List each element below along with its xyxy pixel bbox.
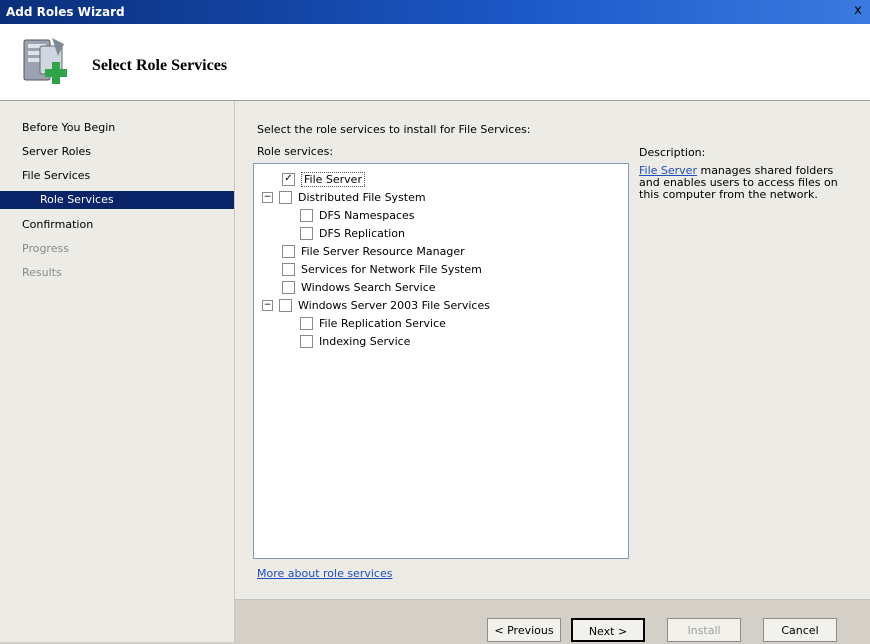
instruction-text: Select the role services to install for … [257,123,531,136]
tree-label: File Server Resource Manager [301,244,465,258]
nav-item-file-services[interactable]: File Services [22,169,90,182]
main-panel: Select the role services to install for … [235,101,870,599]
tree-row[interactable]: ✓ File Server [282,171,365,187]
tree-row[interactable]: − Distributed File System [262,189,426,205]
tree-label: Distributed File System [298,190,426,204]
previous-button[interactable]: < Previous [487,618,561,642]
tree-label: Windows Server 2003 File Services [298,298,490,312]
tree-label: File Server [301,171,365,187]
description-text: File Server manages shared folders and e… [639,165,849,201]
checkbox-windows-search-service[interactable] [282,280,295,294]
description-title: Description: [639,146,706,159]
tree-row[interactable]: DFS Replication [300,225,405,241]
page-title: Select Role Services [92,57,228,74]
collapse-icon[interactable]: − [262,191,273,203]
nav-item-role-services[interactable]: Role Services [0,191,234,209]
title-bar: Add Roles Wizard x [0,0,870,24]
checkbox-windows-server-2003-file-services[interactable] [279,298,292,312]
tree-label: Windows Search Service [301,280,436,294]
more-about-role-services-link[interactable]: More about role services [257,567,392,580]
nav-item-results: Results [22,266,62,279]
nav-item-confirmation[interactable]: Confirmation [22,218,93,231]
checkbox-dfs-namespaces[interactable] [300,208,313,222]
checkbox-services-for-nfs[interactable] [282,262,295,276]
tree-label: DFS Namespaces [319,208,415,222]
nav-item-before-you-begin[interactable]: Before You Begin [22,121,115,134]
cancel-button[interactable]: Cancel [763,618,837,642]
checkbox-file-replication-service[interactable] [300,316,313,330]
checkbox-dfs-replication[interactable] [300,226,313,240]
nav-item-label: Role Services [40,193,114,206]
close-icon[interactable]: x [850,3,866,19]
next-button[interactable]: Next > [571,618,645,642]
tree-label: File Replication Service [319,316,446,330]
checkbox-indexing-service[interactable] [300,334,313,348]
server-add-icon [23,38,67,84]
install-button: Install [667,618,741,642]
tree-row[interactable]: File Replication Service [300,315,446,331]
checkbox-distributed-file-system[interactable] [279,190,292,204]
collapse-icon[interactable]: − [262,299,273,311]
wizard-header: Select Role Services [0,24,870,101]
nav-item-progress: Progress [22,242,69,255]
checkbox-file-server[interactable]: ✓ [282,172,295,186]
tree-row[interactable]: File Server Resource Manager [282,243,465,259]
checkbox-file-server-resource-manager[interactable] [282,244,295,258]
tree-row[interactable]: Windows Search Service [282,279,436,295]
role-services-label: Role services: [257,145,334,158]
tree-row[interactable]: DFS Namespaces [300,207,415,223]
window-title: Add Roles Wizard [6,5,125,19]
tree-label: Indexing Service [319,334,411,348]
button-bar: < Previous Next > Install Cancel [235,599,870,643]
role-services-tree[interactable]: ✓ File Server − Distributed File System … [253,163,629,559]
tree-row[interactable]: Services for Network File System [282,261,482,277]
tree-row[interactable]: Indexing Service [300,333,410,349]
nav-item-server-roles[interactable]: Server Roles [22,145,91,158]
tree-label: Services for Network File System [301,262,482,276]
tree-row[interactable]: − Windows Server 2003 File Services [262,297,490,313]
wizard-steps-nav: Before You Begin Server Roles File Servi… [0,101,235,642]
tree-label: DFS Replication [319,226,405,240]
